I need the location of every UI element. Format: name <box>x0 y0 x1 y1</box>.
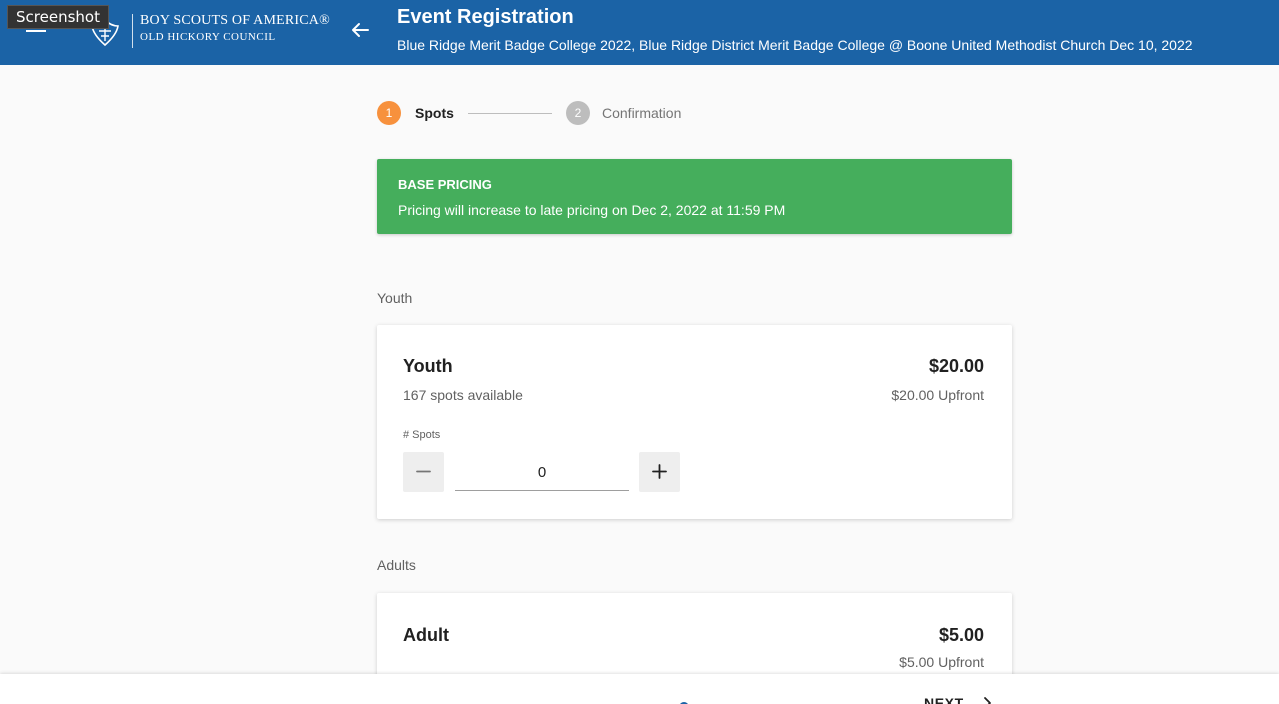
ticket-price: $20.00 <box>928 356 984 376</box>
back-arrow-icon[interactable] <box>348 18 372 42</box>
step-label-confirmation[interactable]: Confirmation <box>602 104 681 122</box>
spots-quantity-input[interactable] <box>455 455 629 491</box>
decrement-button[interactable] <box>403 452 444 492</box>
org-name: BOY SCOUTS OF AMERICA® <box>140 13 330 28</box>
spots-field-label: # Spots <box>403 429 441 441</box>
banner-title: BASE PRICING <box>398 177 492 192</box>
event-subtitle: Blue Ridge Merit Badge College 2022, Blu… <box>397 37 1193 53</box>
minus-icon <box>416 470 431 473</box>
step-label-spots[interactable]: Spots <box>415 104 454 122</box>
youth-ticket-card: Youth 167 spots available $20.00 $20.00 … <box>377 325 1012 519</box>
logo-divider <box>132 14 133 48</box>
banner-text: Pricing will increase to late pricing on… <box>398 202 786 218</box>
page-title: Event Registration <box>397 6 574 28</box>
screenshot-label: Screenshot <box>7 5 109 29</box>
step-number-1: 1 <box>377 101 401 125</box>
pricing-banner: BASE PRICING Pricing will increase to la… <box>377 159 1012 234</box>
bottom-action-bar: NEXT <box>0 674 1279 704</box>
upfront-price: $20.00 Upfront <box>891 387 984 403</box>
upfront-price: $5.00 Upfront <box>899 654 984 670</box>
increment-button[interactable] <box>639 452 680 492</box>
step-number-2: 2 <box>566 101 590 125</box>
spots-available: 167 spots available <box>403 387 523 403</box>
youth-section-heading: Youth <box>377 290 413 306</box>
ticket-name: Youth <box>403 356 453 376</box>
step-connector <box>468 113 552 114</box>
council-name: OLD HICKORY COUNCIL <box>140 31 276 43</box>
menu-icon[interactable] <box>26 30 46 32</box>
ticket-price: $5.00 <box>938 625 984 645</box>
next-button-label: NEXT <box>924 695 964 704</box>
registration-stepper: 1 Spots 2 Confirmation <box>377 101 1017 125</box>
ticket-name: Adult <box>403 625 449 645</box>
chevron-right-icon <box>984 697 991 704</box>
adults-section-heading: Adults <box>377 557 416 573</box>
next-button[interactable]: NEXT <box>920 695 1000 704</box>
plus-icon <box>652 464 667 479</box>
app-header: BOY SCOUTS OF AMERICA® OLD HICKORY COUNC… <box>0 0 1279 65</box>
